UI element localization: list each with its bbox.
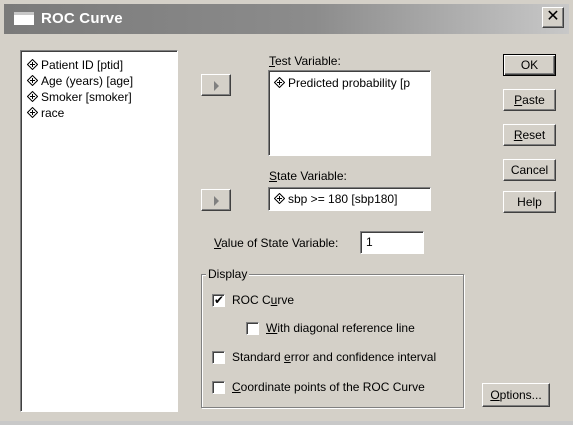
diagonal-line-checkbox[interactable] <box>246 322 259 335</box>
scale-variable-icon <box>27 75 38 86</box>
coordinate-points-label[interactable]: Coordinate points of the ROC Curve <box>232 380 425 394</box>
scale-variable-icon <box>27 59 38 70</box>
scale-variable-icon <box>274 77 285 88</box>
scale-variable-icon <box>274 193 285 204</box>
std-error-checkbox[interactable] <box>212 351 225 364</box>
scale-variable-icon <box>27 91 38 102</box>
arrow-right-icon <box>214 196 219 206</box>
title-bar[interactable]: ROC Curve ✕ <box>4 4 569 34</box>
state-value-label: Value of State Variable: <box>214 236 339 250</box>
close-icon: ✕ <box>546 8 560 25</box>
test-variable-list[interactable]: Predicted probability [p <box>268 70 431 156</box>
list-item[interactable]: Age (years) [age] <box>27 73 133 89</box>
roc-curve-checkbox[interactable]: ✔ <box>212 294 225 307</box>
state-value-input[interactable]: 1 <box>360 231 424 254</box>
state-value-text: 1 <box>366 235 373 249</box>
window-icon <box>14 12 34 25</box>
list-item-label: race <box>41 106 65 120</box>
window-title: ROC Curve <box>41 10 123 27</box>
window-bottom-edge <box>0 421 573 425</box>
close-button[interactable]: ✕ <box>542 7 564 28</box>
list-item[interactable]: Smoker [smoker] <box>27 89 132 105</box>
checkmark-icon: ✔ <box>214 293 225 307</box>
std-error-label[interactable]: Standard error and confidence interval <box>232 350 436 364</box>
paste-button[interactable]: Paste <box>503 89 556 111</box>
diagonal-line-label[interactable]: With diagonal reference line <box>266 321 415 335</box>
test-variable-value: Predicted probability [p <box>288 76 411 90</box>
ok-button[interactable]: OK <box>503 54 556 76</box>
scale-variable-icon <box>27 107 38 118</box>
reset-button[interactable]: Reset <box>503 124 556 146</box>
roc-curve-label[interactable]: ROC Curve <box>232 293 294 307</box>
list-item-label: Smoker [smoker] <box>41 90 132 104</box>
move-to-test-variable-button[interactable] <box>201 74 231 96</box>
list-item[interactable]: race <box>27 105 64 121</box>
options-button[interactable]: Options... <box>482 383 550 407</box>
cancel-button[interactable]: Cancel <box>503 159 556 181</box>
state-variable-value: sbp >= 180 [sbp180] <box>288 192 398 206</box>
roc-curve-dialog: ROC Curve ✕ Patient ID [ptid] Age (years… <box>0 0 573 425</box>
coordinate-points-checkbox[interactable] <box>212 381 225 394</box>
state-variable-label: State Variable: <box>269 169 347 183</box>
list-item[interactable]: Predicted probability [p <box>274 75 410 91</box>
state-variable-field[interactable]: sbp >= 180 [sbp180] <box>268 187 431 211</box>
list-item-label: Patient ID [ptid] <box>41 58 124 72</box>
list-item: sbp >= 180 [sbp180] <box>274 191 397 207</box>
move-to-state-variable-button[interactable] <box>201 189 231 211</box>
list-item[interactable]: Patient ID [ptid] <box>27 57 123 73</box>
help-button[interactable]: Help <box>503 191 556 213</box>
test-variable-label: Test Variable: <box>269 54 341 68</box>
arrow-right-icon <box>214 81 219 91</box>
list-item-label: Age (years) [age] <box>41 74 134 88</box>
display-group-title: Display <box>206 267 250 281</box>
source-variable-list[interactable]: Patient ID [ptid] Age (years) [age] Smok… <box>20 50 178 412</box>
